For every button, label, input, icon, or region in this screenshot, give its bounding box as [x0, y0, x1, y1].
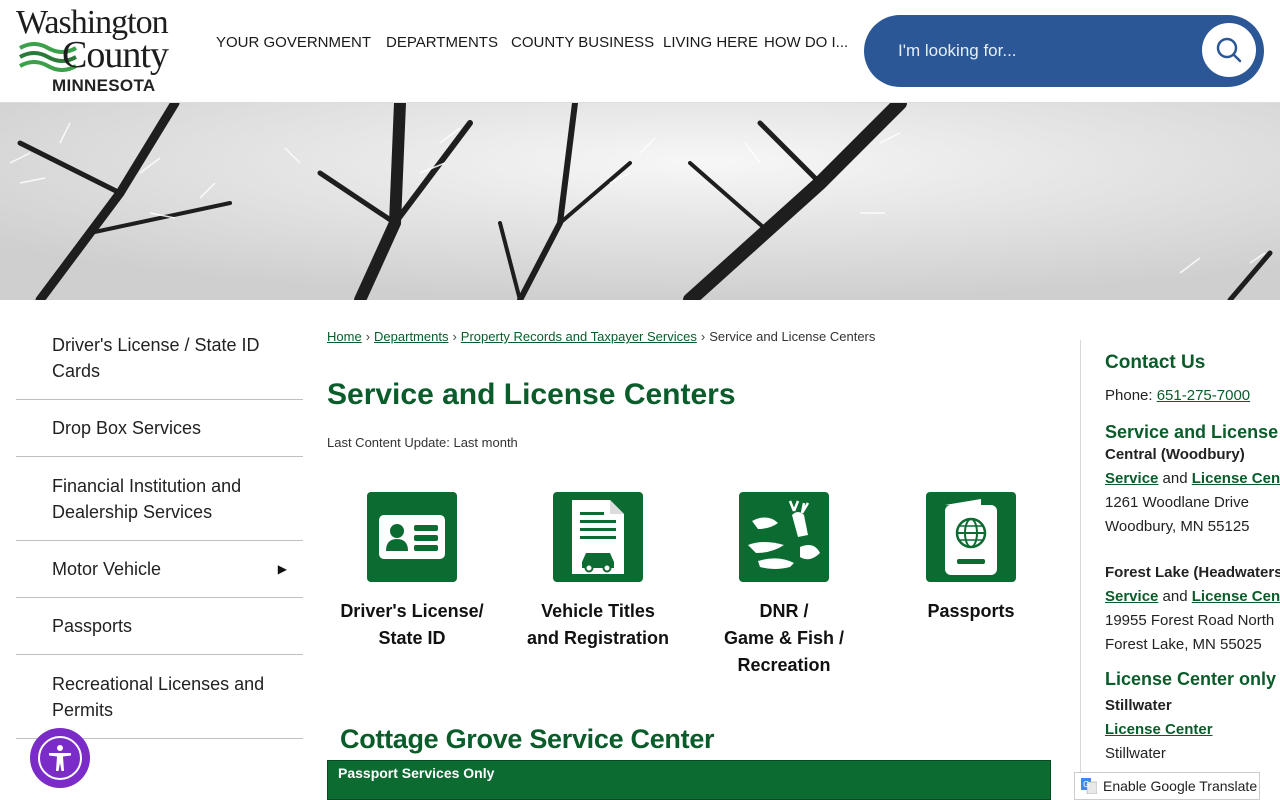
- search-button[interactable]: [1202, 23, 1256, 77]
- stillwater-license-center-link[interactable]: License Center: [1105, 721, 1213, 738]
- forest-lake-address-1: 19955 Forest Road North: [1105, 612, 1275, 629]
- nav-how-do-i[interactable]: HOW DO I...: [764, 34, 848, 51]
- site-header: Washington County MINNESOTA YOUR GOVERNM…: [0, 0, 1280, 103]
- tile-dnr-recreation[interactable]: DNR / Game & Fish / Recreation: [689, 492, 879, 679]
- sidebar-item-label: Driver's License / State ID Cards: [52, 334, 260, 381]
- last-content-update: Last Content Update: Last month: [327, 435, 518, 450]
- search-bar: [864, 15, 1264, 87]
- central-license-center-link[interactable]: License Center: [1192, 470, 1280, 487]
- sidebar-item-label: Motor Vehicle: [52, 559, 162, 579]
- breadcrumb-property-records[interactable]: Property Records and Taxpayer Services: [461, 329, 697, 344]
- nav-departments[interactable]: DEPARTMENTS: [386, 34, 498, 51]
- sidebar-item-label: Drop Box Services: [52, 418, 202, 438]
- central-address-1: 1261 Woodlane Drive: [1105, 494, 1249, 511]
- contact-phone: Phone: 651-275-7000: [1105, 387, 1251, 404]
- logo-line-3: MINNESOTA: [52, 76, 156, 95]
- accessibility-icon: [49, 745, 71, 771]
- tile-label: Vehicle Titles and Registration: [526, 601, 669, 648]
- sidebar-item-passports[interactable]: Passports: [16, 598, 303, 655]
- tile-label: Driver's License/ State ID: [340, 601, 484, 648]
- central-service-link[interactable]: Service: [1105, 470, 1158, 487]
- forest-lake-service-link[interactable]: Service: [1105, 588, 1158, 605]
- contact-heading: Contact Us: [1105, 352, 1206, 373]
- breadcrumb-home[interactable]: Home: [327, 329, 362, 344]
- sidebar-item-motor-vehicle[interactable]: Motor Vehicle ▶: [16, 541, 303, 598]
- sidebar-item-drivers-license[interactable]: Driver's License / State ID Cards: [16, 316, 303, 400]
- google-translate-button[interactable]: G Enable Google Translate: [1074, 772, 1260, 800]
- forest-lake-links: Service and License Center: [1105, 585, 1280, 609]
- stillwater-links: License Center: [1105, 718, 1280, 742]
- tile-drivers-license[interactable]: Driver's License/ State ID: [317, 492, 507, 652]
- central-links: Service and License Center: [1105, 467, 1280, 491]
- passport-services-label: Passport Services Only: [338, 765, 495, 781]
- county-logo[interactable]: Washington County MINNESOTA: [14, 6, 194, 96]
- tile-label: Passports: [927, 601, 1015, 621]
- sidebar-item-financial-institution[interactable]: Financial Institution and Dealership Ser…: [16, 457, 303, 541]
- id-card-icon: [367, 492, 457, 582]
- sidebar-item-drop-box[interactable]: Drop Box Services: [16, 400, 303, 457]
- tile-vehicle-titles[interactable]: Vehicle Titles and Registration: [503, 492, 693, 652]
- passport-icon: [926, 492, 1016, 582]
- forest-lake-address-2: Forest Lake, MN 55025: [1105, 636, 1262, 653]
- translate-label: Enable Google Translate: [1103, 778, 1258, 794]
- breadcrumb: Home › Departments › Property Records and Ta…: [327, 329, 876, 344]
- sidebar-item-label: Passports: [52, 616, 133, 636]
- svg-text:G: G: [1083, 780, 1089, 789]
- forest-lake-location-name: Forest Lake (Headwaters): [1105, 564, 1280, 581]
- page-title: Service and License Centers: [327, 378, 736, 411]
- forest-lake-license-center-link[interactable]: License Center: [1192, 588, 1280, 605]
- breadcrumb-current: Service and License Centers: [709, 329, 876, 344]
- sidebar-nav: Driver's License / State ID Cards Drop B…: [16, 316, 303, 739]
- breadcrumb-departments[interactable]: Departments: [374, 329, 448, 344]
- search-icon: [1216, 37, 1242, 63]
- hero-banner: [0, 103, 1280, 300]
- accessibility-button[interactable]: [30, 728, 90, 788]
- logo-line-2: County: [62, 34, 169, 76]
- nav-living-here[interactable]: LIVING HERE: [663, 34, 758, 51]
- sidebar-item-label: Financial Institution and Dealership Ser…: [52, 475, 242, 522]
- phone-link[interactable]: 651-275-7000: [1157, 387, 1250, 404]
- sidebar-item-label: Recreational Licenses and Permits: [52, 673, 265, 720]
- google-translate-icon: G: [1081, 778, 1097, 794]
- search-input[interactable]: [898, 35, 1178, 67]
- passport-services-bar[interactable]: Passport Services Only: [327, 760, 1051, 800]
- central-address-2: Woodbury, MN 55125: [1105, 518, 1250, 535]
- tile-label: DNR / Game & Fish / Recreation: [723, 601, 845, 675]
- column-divider: [1080, 340, 1081, 800]
- central-location-name: Central (Woodbury): [1105, 446, 1245, 463]
- stillwater-location-name: Stillwater: [1105, 697, 1172, 714]
- sidebar-item-recreational-licenses[interactable]: Recreational Licenses and Permits: [16, 655, 303, 739]
- nav-county-business[interactable]: COUNTY BUSINESS: [511, 34, 654, 51]
- nav-your-government[interactable]: YOUR GOVERNMENT: [216, 34, 371, 51]
- tile-passports[interactable]: Passports: [876, 492, 1066, 625]
- center-heading: Cottage Grove Service Center: [340, 724, 715, 754]
- stillwater-address: Stillwater: [1105, 745, 1166, 762]
- wildlife-icon: [739, 492, 829, 582]
- license-center-only-heading: License Center only: [1105, 669, 1277, 689]
- service-license-heading: Service and License Centers: [1105, 422, 1280, 442]
- contact-panel: Contact Us Phone: 651-275-7000 Service a…: [1105, 350, 1280, 800]
- frosted-branches-image: [0, 103, 1280, 300]
- expand-arrow-icon[interactable]: ▶: [278, 556, 287, 582]
- vehicle-document-icon: [553, 492, 643, 582]
